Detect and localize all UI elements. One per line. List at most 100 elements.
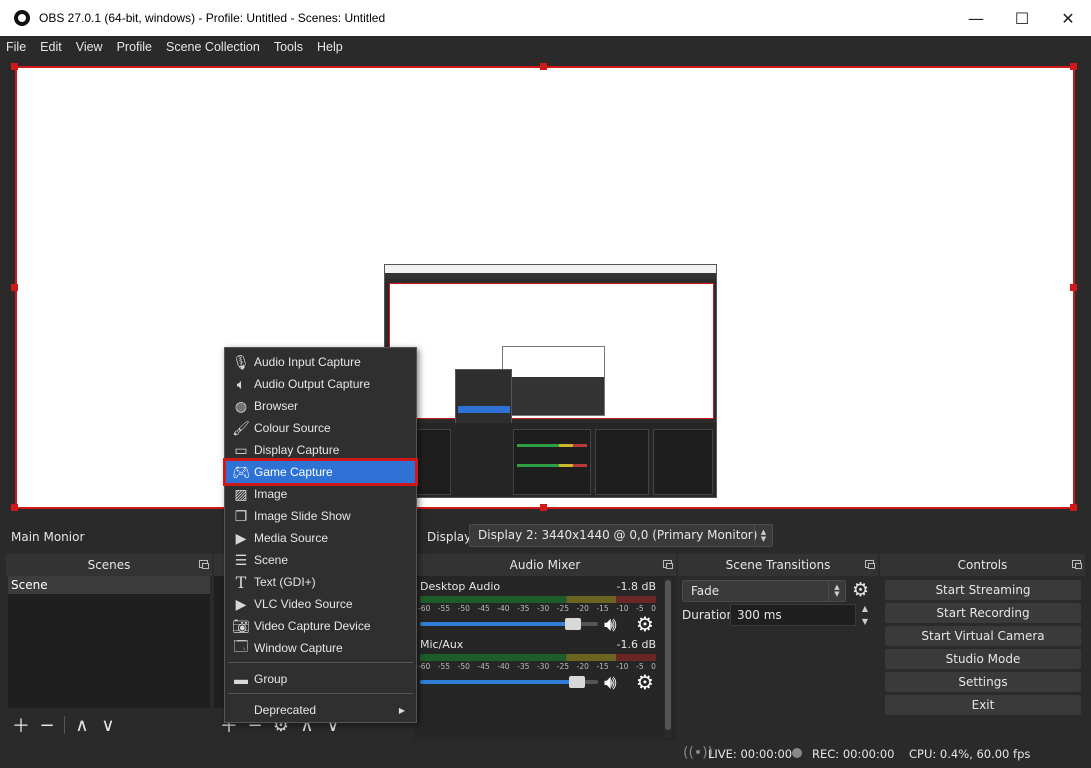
tick-label: -25 xyxy=(556,662,570,671)
spin-up-icon[interactable]: ▲ xyxy=(862,604,868,613)
close-button[interactable]: ✕ xyxy=(1045,0,1091,36)
menu-item-scene[interactable]: ☰ Scene xyxy=(226,549,415,571)
resize-handle[interactable] xyxy=(540,63,547,70)
nested-screen-capture xyxy=(384,264,717,498)
menu-item-audio-input-capture[interactable]: 🎙︎ Audio Input Capture xyxy=(226,351,415,373)
menu-item-media-source[interactable]: ▶ Media Source xyxy=(226,527,415,549)
tick-label: -20 xyxy=(576,604,589,613)
menu-item-audio-output-capture[interactable]: 🔈︎ Audio Output Capture xyxy=(226,373,415,395)
menu-item-colour-source[interactable]: 🖌︎ Colour Source xyxy=(226,417,415,439)
meter-ticks: -60 -55 -50 -45 -40 -35 -30 -25 -20 -15 -10 -5 0 xyxy=(418,604,656,614)
selected-source-name: Main Monior xyxy=(11,530,85,544)
start-streaming-button[interactable]: Start Streaming xyxy=(885,580,1081,600)
preview-canvas[interactable] xyxy=(15,66,1075,509)
volume-slider[interactable] xyxy=(420,618,598,630)
title-bar: OBS 27.0.1 (64-bit, windows) - Profile: … xyxy=(0,0,1091,36)
volume-slider-thumb[interactable] xyxy=(568,676,585,688)
menu-help[interactable]: Help xyxy=(310,40,350,54)
updown-arrows-icon: ▲ ▼ xyxy=(828,581,845,601)
menu-item-deprecated[interactable]: Deprecated ▶ xyxy=(226,699,415,721)
controls-title-label: Controls xyxy=(957,558,1008,572)
move-scene-down-button[interactable]: ∨ xyxy=(95,712,121,738)
menu-item-label: Video Capture Device xyxy=(254,619,371,633)
menu-item-label: Image Slide Show xyxy=(254,509,351,523)
menu-scene-collection[interactable]: Scene Collection xyxy=(159,40,267,54)
menu-item-group[interactable]: ▬ Group xyxy=(226,668,415,690)
menu-item-label: Text (GDI+) xyxy=(254,575,316,589)
menu-edit[interactable]: Edit xyxy=(33,40,69,54)
menu-item-video-capture-device[interactable]: 📷︎ Video Capture Device xyxy=(226,615,415,637)
start-recording-button[interactable]: Start Recording xyxy=(885,603,1081,623)
menu-item-browser[interactable]: ◍ Browser xyxy=(226,395,415,417)
resize-handle[interactable] xyxy=(1070,63,1077,70)
studio-mode-button[interactable]: Studio Mode xyxy=(885,649,1081,669)
gear-icon[interactable]: ⚙ xyxy=(636,670,654,694)
obs-window: OBS 27.0.1 (64-bit, windows) - Profile: … xyxy=(0,0,1091,768)
menu-item-image-slide-show[interactable]: ❐ Image Slide Show xyxy=(226,505,415,527)
controls-dock: Controls Start Streaming Start Recording… xyxy=(880,554,1085,740)
audio-mixer-dock: Audio Mixer Desktop Audio -1.8 dB -60 -55… xyxy=(414,554,676,740)
menu-item-label: Colour Source xyxy=(254,421,331,435)
menu-file[interactable]: File xyxy=(0,40,33,54)
obs-logo-icon xyxy=(14,10,30,26)
preview-area[interactable] xyxy=(6,58,1085,520)
menu-tools[interactable]: Tools xyxy=(267,40,310,54)
mixer-scrollbar[interactable] xyxy=(664,578,672,738)
resize-handle[interactable] xyxy=(11,284,18,291)
move-scene-up-button[interactable]: ∧ xyxy=(69,712,95,738)
transition-select[interactable]: Fade ▲ ▼ xyxy=(682,580,846,602)
spin-down-icon[interactable]: ▼ xyxy=(862,617,868,626)
live-timer: LIVE: 00:00:00 xyxy=(708,747,793,761)
scene-item[interactable]: Scene xyxy=(8,576,210,594)
menu-item-window-capture[interactable]: 🗔︎ Window Capture xyxy=(226,637,415,659)
scenes-list[interactable]: Scene xyxy=(8,576,210,708)
add-scene-button[interactable]: ＋ xyxy=(8,712,34,738)
tick-label: -45 xyxy=(477,662,490,671)
menu-item-display-capture[interactable]: ▭ Display Capture xyxy=(226,439,415,461)
resize-handle[interactable] xyxy=(540,504,547,511)
exit-button[interactable]: Exit xyxy=(885,695,1081,715)
resize-handle[interactable] xyxy=(11,63,18,70)
speaker-icon[interactable]: 🔊︎ xyxy=(604,670,617,694)
menu-item-game-capture[interactable]: 🎮︎ Game Capture xyxy=(223,458,418,486)
resize-handle[interactable] xyxy=(11,504,18,511)
toolbar-divider xyxy=(64,716,65,734)
menu-item-label: Group xyxy=(254,672,288,686)
tick-label: -60 xyxy=(418,604,431,613)
menu-view[interactable]: View xyxy=(69,40,110,54)
speaker-icon[interactable]: 🔊︎ xyxy=(604,612,617,636)
window-controls: — ☐ ✕ xyxy=(953,0,1091,36)
duration-spinner[interactable]: ▲ ▼ xyxy=(858,604,872,626)
menu-item-text-gdi[interactable]: T Text (GDI+) xyxy=(226,571,415,593)
gear-icon[interactable]: ⚙ xyxy=(636,612,654,636)
menu-profile[interactable]: Profile xyxy=(110,40,159,54)
undock-icon[interactable] xyxy=(663,560,673,569)
resize-handle[interactable] xyxy=(1070,504,1077,511)
menu-item-image[interactable]: ▨ Image xyxy=(226,483,415,505)
transition-gear-icon[interactable]: ⚙ xyxy=(852,579,869,601)
submenu-arrow-icon: ▶ xyxy=(398,705,405,715)
display-select[interactable]: Display 2: 3440x1440 @ 0,0 (Primary Moni… xyxy=(469,524,773,547)
start-virtual-camera-button[interactable]: Start Virtual Camera xyxy=(885,626,1081,646)
undock-icon[interactable] xyxy=(865,560,875,569)
duration-input[interactable]: 300 ms xyxy=(730,604,856,626)
menu-item-vlc-video-source[interactable]: ▶ VLC Video Source xyxy=(226,593,415,615)
remove-scene-button[interactable]: − xyxy=(34,712,60,738)
volume-slider-thumb[interactable] xyxy=(565,618,582,630)
scrollbar-thumb[interactable] xyxy=(665,580,671,730)
resize-handle[interactable] xyxy=(1070,284,1077,291)
minimize-button[interactable]: — xyxy=(953,0,999,36)
tick-label: -40 xyxy=(497,604,510,613)
undock-icon[interactable] xyxy=(1072,560,1082,569)
settings-button[interactable]: Settings xyxy=(885,672,1081,692)
meter-ticks: -60 -55 -50 -45 -40 -35 -30 -25 -20 -15 -10 -5 0 xyxy=(418,662,656,672)
undock-icon[interactable] xyxy=(199,560,209,569)
controls-dock-title: Controls xyxy=(880,554,1085,576)
volume-slider[interactable] xyxy=(420,676,598,688)
tick-label: -35 xyxy=(517,604,530,613)
play-icon: ▶ xyxy=(235,595,247,612)
scenes-title-label: Scenes xyxy=(87,558,131,572)
list-icon: ☰ xyxy=(234,551,248,568)
maximize-button[interactable]: ☐ xyxy=(999,0,1045,36)
volume-slider-fill xyxy=(420,680,577,684)
